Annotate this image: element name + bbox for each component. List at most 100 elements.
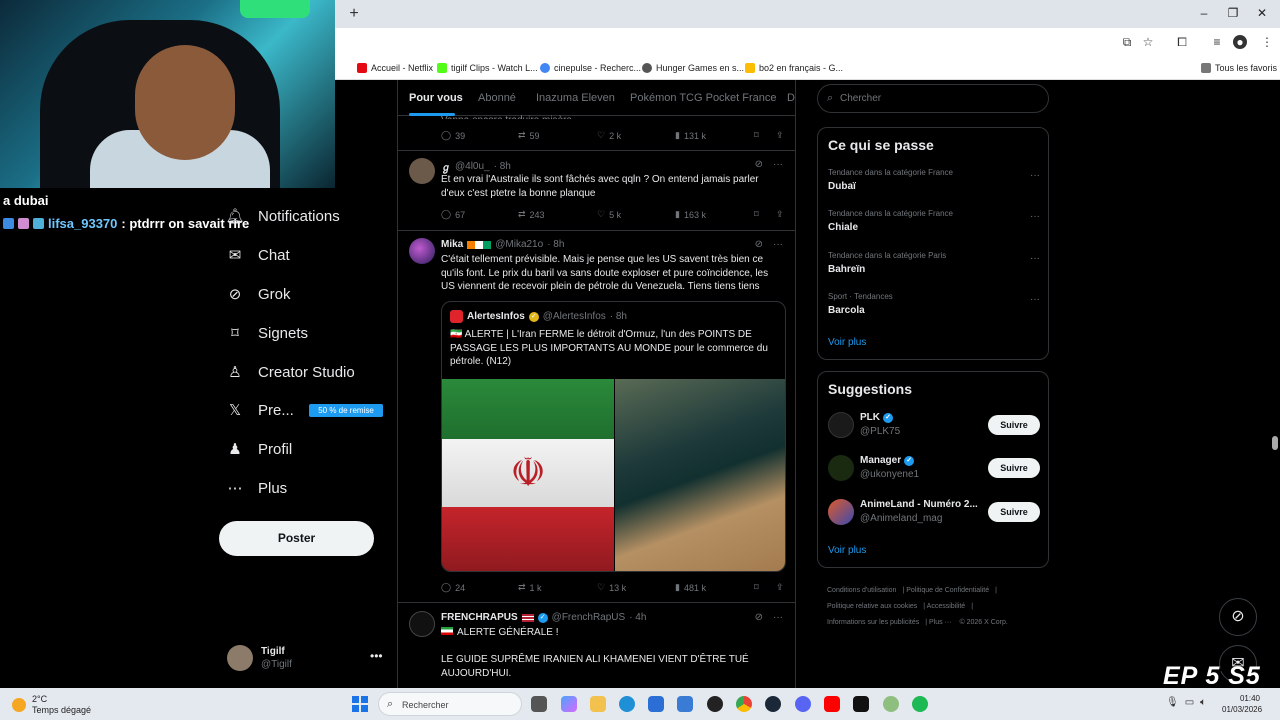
nav-signets[interactable]: ⌑ Signets <box>226 320 308 346</box>
bookmark-kick[interactable]: tigilf Clips - Watch L... <box>437 61 538 75</box>
author-handle[interactable]: @Mika21o <box>495 239 543 250</box>
more-icon[interactable]: ··· <box>773 612 783 623</box>
start-button[interactable] <box>352 696 368 712</box>
task-view-icon[interactable] <box>531 696 547 712</box>
trend-item[interactable]: Sport · Tendances Barcola ··· <box>828 292 1040 322</box>
nav-profil[interactable]: ♟ Profil <box>226 436 292 462</box>
strait-of-hormuz-satellite-image[interactable] <box>615 379 785 571</box>
trends-show-more[interactable]: Voir plus <box>828 337 866 348</box>
more-icon[interactable]: ··· <box>1030 170 1040 181</box>
browser-menu-icon[interactable]: ⋮ <box>1260 35 1274 49</box>
quoted-tweet[interactable]: AlertesInfos ✓ @AlertesInfos · 8h 🇮🇷 ALE… <box>441 301 786 572</box>
share-icon[interactable]: ⇪ <box>776 130 784 141</box>
tweet-time[interactable]: · 8h <box>547 239 564 250</box>
more-icon[interactable]: ··· <box>1030 253 1040 264</box>
maximize-icon[interactable]: ❐ <box>1226 6 1240 20</box>
bookmark-cinepulse[interactable]: cinepulse - Recherc... <box>540 61 641 75</box>
grok-icon[interactable]: ⊘ <box>755 159 763 170</box>
tab-more[interactable]: Dé <box>787 92 795 104</box>
trend-item[interactable]: Tendance dans la catégorie France Dubaï … <box>828 168 1040 198</box>
taskbar-search[interactable]: ⌕ Rechercher <box>378 692 522 716</box>
cast-icon[interactable]: ⧉ <box>1120 35 1134 49</box>
terms-link[interactable]: Conditions d'utilisation <box>827 587 896 594</box>
close-window-icon[interactable]: ✕ <box>1255 6 1269 20</box>
copilot-icon[interactable] <box>561 696 577 712</box>
bookmark-button[interactable]: ⌑ <box>754 130 759 141</box>
avatar[interactable] <box>409 158 435 184</box>
remote-desktop-icon[interactable] <box>677 696 693 712</box>
trend-item[interactable]: Tendance dans la catégorie Paris Bahreïn… <box>828 251 1040 281</box>
avatar[interactable] <box>409 238 435 264</box>
views-button[interactable]: ▮ 163 k <box>675 209 706 220</box>
nav-premium[interactable]: 𝕏 Pre... <box>226 397 294 423</box>
volume-icon[interactable]: 🔈︎ <box>1200 697 1206 708</box>
more-icon[interactable]: ••• <box>370 649 383 663</box>
grok-icon[interactable]: ⊘ <box>755 239 763 250</box>
spotify-icon[interactable] <box>912 696 928 712</box>
tab-pour-vous[interactable]: Pour vous <box>409 92 463 104</box>
bookmark-button[interactable]: ⌑ <box>754 582 759 593</box>
suggestion-item[interactable]: AnimeLand - Numéro 2... @Animeland_mag S… <box>828 497 1040 527</box>
more-icon[interactable]: ··· <box>1030 294 1040 305</box>
network-icon[interactable]: ▭ <box>1185 697 1194 708</box>
share-icon[interactable]: ⇪ <box>776 582 784 593</box>
avatar[interactable] <box>409 611 435 637</box>
reply-button[interactable]: ◯ 24 <box>441 582 465 593</box>
ads-link[interactable]: Informations sur les publicités <box>827 619 919 626</box>
suggestion-item[interactable]: Manager ✓ @ukonyene1 Suivre <box>828 453 1040 483</box>
bookmark-bo2[interactable]: bo2 en français - G... <box>745 61 843 75</box>
author-name[interactable]: FRENCHRAPUS <box>441 612 518 623</box>
nav-creator-studio[interactable]: ♙ Creator Studio <box>226 359 354 385</box>
bookmark-hunger-games[interactable]: Hunger Games en s... <box>642 61 744 75</box>
steam-icon[interactable] <box>765 696 781 712</box>
privacy-link[interactable]: Politique de Confidentialité <box>906 587 989 594</box>
account-switcher[interactable]: Tigilf @Tigilf ••• <box>227 645 387 673</box>
tab-inazuma-eleven[interactable]: Inazuma Eleven <box>536 92 615 104</box>
search-input[interactable]: ⌕ Chercher <box>817 84 1049 113</box>
author-name[interactable]: ℊ <box>441 159 451 174</box>
share-icon[interactable]: ⇪ <box>776 209 784 220</box>
like-button[interactable]: ♡ 13 k <box>597 582 626 593</box>
system-clock[interactable]: 01:40 01/03/2026 <box>1222 693 1262 715</box>
nav-plus[interactable]: ⋯ Plus <box>226 475 288 501</box>
chrome-icon[interactable] <box>736 696 752 712</box>
new-tab-button[interactable]: + <box>345 5 363 23</box>
author-handle[interactable]: @FrenchRapUS <box>552 612 626 623</box>
follow-button[interactable]: Suivre <box>988 415 1040 435</box>
bookmark-star-icon[interactable]: ☆ <box>1141 35 1155 49</box>
edge-icon[interactable] <box>619 696 635 712</box>
all-bookmarks[interactable]: Tous les favoris <box>1201 61 1277 75</box>
author-handle[interactable]: @4l0u_ <box>455 161 490 172</box>
like-button[interactable]: ♡ 5 k <box>597 209 621 220</box>
iran-flag-image[interactable]: ☫ <box>442 379 614 571</box>
suggestion-item[interactable]: PLK ✓ @PLK75 Suivre <box>828 410 1040 440</box>
extensions-icon[interactable]: ⧠ <box>1175 35 1189 49</box>
obs-icon[interactable] <box>707 696 723 712</box>
tweet-time[interactable]: · 8h <box>494 161 511 172</box>
grok-icon[interactable]: ⊘ <box>755 612 763 623</box>
more-link[interactable]: Plus ··· <box>929 619 952 626</box>
discord-icon[interactable] <box>795 696 811 712</box>
file-explorer-icon[interactable] <box>590 696 606 712</box>
views-button[interactable]: ▮ 131 k <box>675 130 706 141</box>
more-icon[interactable]: ··· <box>773 239 783 250</box>
more-icon[interactable]: ··· <box>1030 211 1040 222</box>
post-button[interactable]: Poster <box>219 521 374 556</box>
store-icon[interactable] <box>648 696 664 712</box>
more-icon[interactable]: ··· <box>773 159 783 170</box>
bookmark-button[interactable]: ⌑ <box>754 209 759 220</box>
microphone-icon[interactable]: 🎙︎ <box>1166 697 1179 708</box>
reply-button[interactable]: ◯ 39 <box>441 130 465 141</box>
profile-avatar-icon[interactable]: ● <box>1233 35 1247 49</box>
repost-button[interactable]: ⇄ 243 <box>518 209 545 220</box>
nav-notifications[interactable]: 🔔︎ Notifications <box>225 203 339 229</box>
minimize-icon[interactable]: – <box>1197 6 1211 20</box>
tab-pokemon-tcg[interactable]: Pokémon TCG Pocket France <box>630 92 777 104</box>
cookies-link[interactable]: Politique relative aux cookies <box>827 603 917 610</box>
author-name[interactable]: Mika <box>441 239 463 250</box>
accessibility-link[interactable]: Accessibilité <box>927 603 966 610</box>
reading-list-icon[interactable]: ≡ <box>1210 35 1224 49</box>
app-icon[interactable] <box>883 696 899 712</box>
tiktok-icon[interactable] <box>853 696 869 712</box>
like-button[interactable]: ♡ 2 k <box>597 130 621 141</box>
